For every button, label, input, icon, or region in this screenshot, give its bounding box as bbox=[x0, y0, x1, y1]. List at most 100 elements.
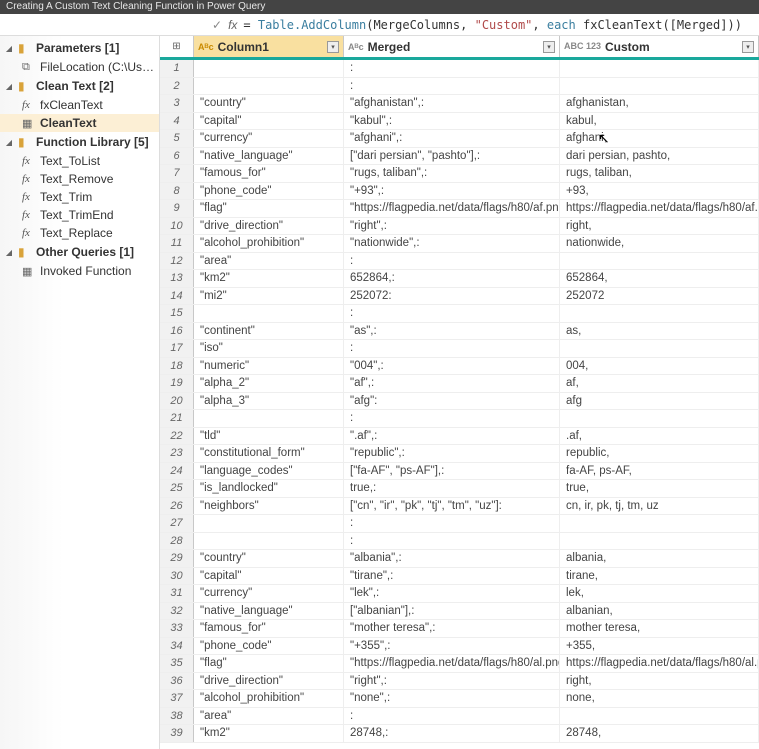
formula-bar[interactable]: ✓ fx = Table.AddColumn(MergeColumns, "Cu… bbox=[0, 14, 759, 36]
cell[interactable] bbox=[560, 708, 759, 725]
cell[interactable]: "constitutional_form" bbox=[194, 445, 344, 462]
column-filter-icon[interactable]: ▾ bbox=[742, 41, 754, 53]
tree-item[interactable]: ▦Invoked Function bbox=[0, 262, 159, 280]
row-number[interactable]: 10 bbox=[160, 218, 194, 235]
cell[interactable]: "famous_for" bbox=[194, 620, 344, 637]
table-row[interactable]: 37"alcohol_prohibition""none",:none, bbox=[160, 690, 759, 708]
cell[interactable]: ["cn", "ir", "pk", "tj", "tm", "uz"]: bbox=[344, 498, 560, 515]
cell[interactable]: "km2" bbox=[194, 270, 344, 287]
cell[interactable]: 004, bbox=[560, 358, 759, 375]
table-row[interactable]: 33"famous_for""mother teresa",:mother te… bbox=[160, 620, 759, 638]
cell[interactable]: "as",: bbox=[344, 323, 560, 340]
cell[interactable]: afg bbox=[560, 393, 759, 410]
cell[interactable]: "drive_direction" bbox=[194, 218, 344, 235]
table-row[interactable]: 38"area": bbox=[160, 708, 759, 726]
cell[interactable]: "capital" bbox=[194, 568, 344, 585]
cell[interactable]: "currency" bbox=[194, 130, 344, 147]
cell[interactable]: 252072 bbox=[560, 288, 759, 305]
cell[interactable] bbox=[560, 533, 759, 550]
table-row[interactable]: 17"iso": bbox=[160, 340, 759, 358]
table-row[interactable]: 16"continent""as",:as, bbox=[160, 323, 759, 341]
table-row[interactable]: 15: bbox=[160, 305, 759, 323]
row-number[interactable]: 39 bbox=[160, 725, 194, 742]
row-number[interactable]: 35 bbox=[160, 655, 194, 672]
cell[interactable] bbox=[560, 410, 759, 427]
tree-group-header[interactable]: ◢▮Clean Text [2] bbox=[0, 76, 159, 96]
column-filter-icon[interactable]: ▾ bbox=[327, 41, 339, 53]
cell[interactable]: "native_language" bbox=[194, 603, 344, 620]
cell[interactable]: "tld" bbox=[194, 428, 344, 445]
row-number[interactable]: 20 bbox=[160, 393, 194, 410]
row-number[interactable]: 37 bbox=[160, 690, 194, 707]
cell[interactable]: dari persian, pashto, bbox=[560, 148, 759, 165]
row-number[interactable]: 31 bbox=[160, 585, 194, 602]
cell[interactable]: "nationwide",: bbox=[344, 235, 560, 252]
row-number[interactable]: 15 bbox=[160, 305, 194, 322]
cell[interactable]: "+93",: bbox=[344, 183, 560, 200]
column-header-column1[interactable]: Aᴮc Column1 ▾ bbox=[194, 36, 344, 57]
cell[interactable]: ["fa-AF", "ps-AF"],: bbox=[344, 463, 560, 480]
cell[interactable]: "+355",: bbox=[344, 638, 560, 655]
datatype-icon[interactable]: ABC 123 bbox=[564, 43, 601, 50]
row-number[interactable]: 33 bbox=[160, 620, 194, 637]
fx-icon[interactable]: fx bbox=[228, 18, 237, 32]
cell[interactable]: none, bbox=[560, 690, 759, 707]
cell[interactable]: "right",: bbox=[344, 673, 560, 690]
cell[interactable]: ["dari persian", "pashto"],: bbox=[344, 148, 560, 165]
cell[interactable]: "currency" bbox=[194, 585, 344, 602]
cell[interactable]: "flag" bbox=[194, 655, 344, 672]
cell[interactable]: "afghanistan",: bbox=[344, 95, 560, 112]
cell[interactable]: right, bbox=[560, 218, 759, 235]
row-number[interactable]: 5 bbox=[160, 130, 194, 147]
table-row[interactable]: 39 "km2"28748,:28748, bbox=[160, 725, 759, 743]
cell[interactable]: "numeric" bbox=[194, 358, 344, 375]
cell[interactable]: "flag" bbox=[194, 200, 344, 217]
row-number[interactable]: 2 bbox=[160, 78, 194, 95]
row-number[interactable]: 38 bbox=[160, 708, 194, 725]
cell[interactable]: "004",: bbox=[344, 358, 560, 375]
cell[interactable]: "phone_code" bbox=[194, 183, 344, 200]
cell[interactable]: "lek",: bbox=[344, 585, 560, 602]
cell[interactable]: +93, bbox=[560, 183, 759, 200]
cell[interactable]: "country" bbox=[194, 550, 344, 567]
cell[interactable] bbox=[194, 78, 344, 95]
cell[interactable] bbox=[560, 515, 759, 532]
table-row[interactable]: 29"country""albania",:albania, bbox=[160, 550, 759, 568]
row-number[interactable]: 25 bbox=[160, 480, 194, 497]
cell[interactable]: "https://flagpedia.net/data/flags/h80/al… bbox=[344, 655, 560, 672]
table-row[interactable]: 31"currency""lek",:lek, bbox=[160, 585, 759, 603]
cell[interactable]: "republic",: bbox=[344, 445, 560, 462]
table-row[interactable]: 19 "alpha_2""af",:af, bbox=[160, 375, 759, 393]
cell[interactable]: albania, bbox=[560, 550, 759, 567]
cell[interactable]: ["albanian"],: bbox=[344, 603, 560, 620]
row-number[interactable]: 11 bbox=[160, 235, 194, 252]
table-row[interactable]: 6"native_language"["dari persian", "pash… bbox=[160, 148, 759, 166]
cell[interactable]: "native_language" bbox=[194, 148, 344, 165]
cell[interactable]: "afg": bbox=[344, 393, 560, 410]
cell[interactable]: "afghani",: bbox=[344, 130, 560, 147]
formula-input[interactable]: = Table.AddColumn(MergeColumns, "Custom"… bbox=[243, 18, 742, 32]
collapse-icon[interactable]: ◢ bbox=[4, 248, 14, 257]
row-number[interactable]: 36 bbox=[160, 673, 194, 690]
cell[interactable]: rugs, taliban, bbox=[560, 165, 759, 182]
table-row[interactable]: 35"flag""https://flagpedia.net/data/flag… bbox=[160, 655, 759, 673]
datatype-icon[interactable]: Aᴮc bbox=[348, 42, 364, 52]
table-row[interactable]: 25"is_landlocked"true,:true, bbox=[160, 480, 759, 498]
row-number[interactable]: 34 bbox=[160, 638, 194, 655]
table-row[interactable]: 32"native_language"["albanian"],:albania… bbox=[160, 603, 759, 621]
table-row[interactable]: 13 "km2"652864,:652864, bbox=[160, 270, 759, 288]
table-row[interactable]: 18 "numeric""004",:004, bbox=[160, 358, 759, 376]
cell[interactable]: "alpha_3" bbox=[194, 393, 344, 410]
cell[interactable]: 252072: bbox=[344, 288, 560, 305]
cell[interactable]: "kabul",: bbox=[344, 113, 560, 130]
column-filter-icon[interactable]: ▾ bbox=[543, 41, 555, 53]
row-number[interactable]: 24 bbox=[160, 463, 194, 480]
cell[interactable]: true, bbox=[560, 480, 759, 497]
table-row[interactable]: 4"capital""kabul",:kabul, bbox=[160, 113, 759, 131]
cell[interactable]: kabul, bbox=[560, 113, 759, 130]
cell[interactable]: "albania",: bbox=[344, 550, 560, 567]
table-row[interactable]: 20 "alpha_3""afg":afg bbox=[160, 393, 759, 411]
cell[interactable]: "language_codes" bbox=[194, 463, 344, 480]
row-number[interactable]: 18 bbox=[160, 358, 194, 375]
row-number[interactable]: 1 bbox=[160, 60, 194, 77]
